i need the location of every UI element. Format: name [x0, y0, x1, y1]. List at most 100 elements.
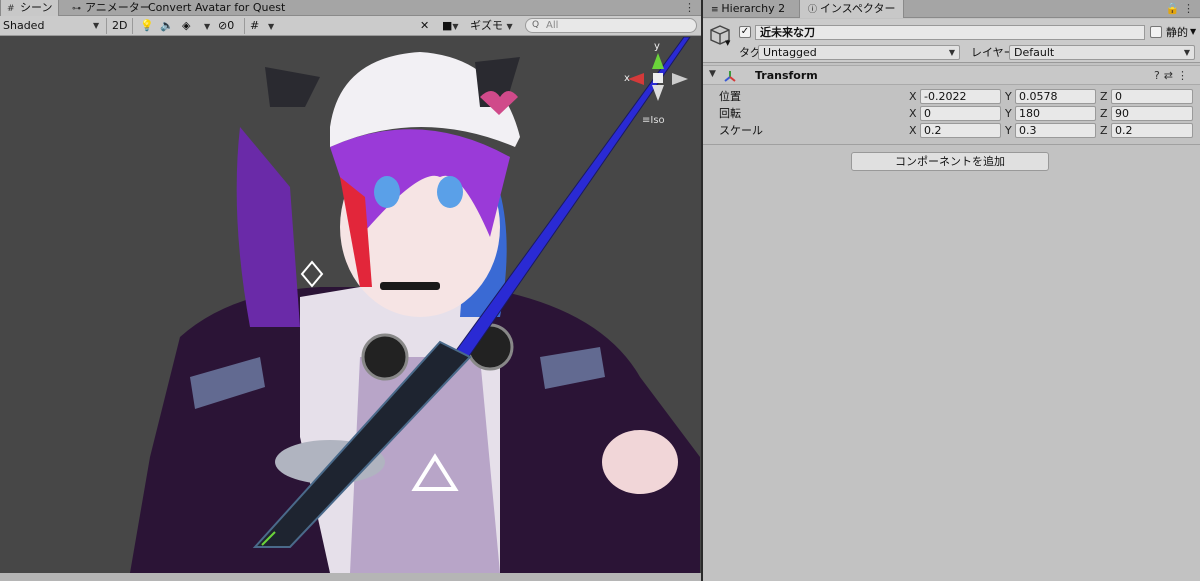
tab-convert-avatar[interactable]: Convert Avatar for Quest — [142, 0, 291, 16]
effects-icon[interactable]: ◈ — [182, 18, 190, 34]
diamond-marker — [300, 260, 324, 288]
static-checkbox[interactable] — [1150, 26, 1162, 38]
audio-icon[interactable]: 🔈 — [160, 18, 174, 34]
camera-icon[interactable]: ■▼ — [442, 18, 459, 34]
chevron-down-icon[interactable]: ▼ — [1190, 27, 1196, 36]
transform-axes-icon — [724, 71, 736, 82]
tab-scene[interactable]: # シーン — [0, 0, 60, 16]
projection-label: Iso — [650, 115, 665, 126]
gizmos-dropdown[interactable]: ギズモ ▼ — [470, 18, 513, 34]
scene-pane: # シーン ⊶ アニメーター Convert Avatar for Quest ⋮ … — [0, 0, 701, 581]
chevron-down-icon: ▼ — [1183, 48, 1190, 57]
orientation-gizmo[interactable]: y x ≡Iso — [620, 39, 700, 129]
transform-component-header[interactable]: ▼ Transform ?⇄⋮ — [703, 65, 1200, 85]
scale-y-field[interactable]: 0.3 — [1015, 123, 1096, 138]
search-placeholder: All — [546, 20, 559, 31]
preset-icon[interactable]: ⇄ — [1164, 69, 1177, 82]
active-checkbox[interactable]: ✓ — [739, 26, 751, 38]
tab-hierarchy-2[interactable]: ≡ Hierarchy 2 — [703, 0, 793, 18]
lighting-icon[interactable]: 💡 — [140, 18, 154, 34]
headphone-left — [361, 333, 409, 381]
transform-title: Transform — [755, 69, 818, 82]
layer-dropdown[interactable]: Default ▼ — [1009, 45, 1195, 60]
rotation-x-field[interactable]: 0 — [920, 106, 1001, 121]
tag-value: Untagged — [763, 46, 817, 59]
position-label: 位置 — [719, 90, 741, 103]
inspector-tab-bar: ≡ Hierarchy 2 ⓘ インスペクター 🔒 ⋮ — [703, 0, 1200, 18]
lock-icon[interactable]: 🔒 — [1166, 2, 1180, 15]
chevron-down-icon[interactable]: ▼ — [725, 39, 730, 47]
tag-dropdown[interactable]: Untagged ▼ — [758, 45, 960, 60]
static-label: 静的 — [1166, 26, 1188, 39]
tab-hierarchy-label: Hierarchy 2 — [721, 2, 786, 15]
component-separator — [703, 144, 1200, 145]
gizmo-x-label: x — [624, 73, 630, 84]
left-eye — [374, 176, 400, 208]
tab-inspector[interactable]: ⓘ インスペクター — [799, 0, 905, 18]
gameobject-header: ▼ ✓ 近未来な刀 静的 ▼ タグ Untagged ▼ レイヤー Defaul… — [703, 19, 1200, 63]
tab-inspector-label: インスペクター — [819, 2, 896, 15]
component-controls: ?⇄⋮ — [1154, 68, 1192, 83]
grid-icon: # — [7, 4, 15, 14]
gizmos-label: ギズモ — [470, 19, 503, 32]
axis-z-label[interactable]: Z — [1100, 89, 1108, 104]
chevron-down-icon[interactable]: ▼ — [204, 18, 210, 34]
tools-icon[interactable]: ✕ — [420, 18, 429, 34]
rotation-y-field[interactable]: 180 — [1015, 106, 1096, 121]
help-icon[interactable]: ? — [1154, 69, 1164, 82]
kebab-menu-icon[interactable]: ⋮ — [684, 0, 695, 16]
chevron-down-icon[interactable]: ▼ — [268, 18, 274, 34]
tab-controls: 🔒 ⋮ — [1166, 0, 1194, 18]
bottom-panel-tabs — [0, 573, 701, 581]
axis-x-label[interactable]: X — [909, 89, 917, 104]
position-z-field[interactable]: 0 — [1111, 89, 1193, 104]
kebab-menu-icon[interactable]: ⋮ — [1177, 69, 1192, 82]
scene-toolbar: Shaded ▼ 2D 💡 🔈 ◈ ▼ ⊘0 # ▼ ✕ ■▼ ギズモ ▼ Q — [0, 16, 701, 36]
tab-convert-label: Convert Avatar for Quest — [148, 1, 286, 14]
axis-z-label[interactable]: Z — [1100, 123, 1108, 138]
tab-scene-label: シーン — [20, 1, 53, 14]
axis-z-label[interactable]: Z — [1100, 106, 1108, 121]
tab-animator-label: アニメーター — [85, 1, 151, 14]
scale-x-field[interactable]: 0.2 — [920, 123, 1001, 138]
info-icon: ⓘ — [808, 5, 820, 15]
hierarchy-icon: ≡ — [711, 5, 722, 15]
scene-viewport[interactable]: y x ≡Iso — [0, 37, 701, 573]
scale-label: スケール — [719, 124, 763, 137]
scene-search-input[interactable]: Q All — [525, 18, 697, 33]
scene-tab-bar: # シーン ⊶ アニメーター Convert Avatar for Quest ⋮ — [0, 0, 701, 16]
kebab-menu-icon[interactable]: ⋮ — [1183, 2, 1194, 15]
add-component-button[interactable]: コンポーネントを追加 — [851, 152, 1049, 171]
projection-toggle[interactable]: ≡Iso — [642, 115, 665, 126]
toggle-2d-button[interactable]: 2D — [112, 18, 127, 34]
shading-mode-dropdown[interactable]: Shaded ▼ — [3, 18, 103, 34]
position-x-field[interactable]: -0.2022 — [920, 89, 1001, 104]
gameobject-name-input[interactable]: 近未来な刀 — [755, 25, 1145, 40]
cap-ear-left — [265, 67, 320, 107]
chevron-down-icon: ▼ — [93, 21, 100, 30]
scale-z-field[interactable]: 0.2 — [1111, 123, 1193, 138]
right-eye — [437, 176, 463, 208]
eye-slash-icon: ⊘ — [218, 19, 228, 32]
rotation-z-field[interactable]: 90 — [1111, 106, 1193, 121]
layer-value: Default — [1014, 46, 1055, 59]
hidden-objects-toggle[interactable]: ⊘0 — [218, 18, 234, 34]
hidden-count: 0 — [227, 19, 235, 32]
toggle-2d-label: 2D — [112, 19, 128, 32]
toolbar-separator — [244, 18, 245, 34]
chevron-down-icon[interactable]: ▼ — [709, 69, 716, 79]
right-fist — [602, 430, 678, 494]
position-y-field[interactable]: 0.0578 — [1015, 89, 1096, 104]
animator-icon: ⊶ — [72, 4, 81, 14]
axis-x-label[interactable]: X — [909, 123, 917, 138]
toolbar-separator — [132, 18, 133, 34]
toolbar-separator — [106, 18, 107, 34]
axis-y-label[interactable]: Y — [1005, 123, 1012, 138]
search-icon: Q — [532, 20, 540, 30]
grid-snap-icon[interactable]: # — [250, 18, 259, 34]
axis-x-label[interactable]: X — [909, 106, 917, 121]
chevron-down-icon: ▼ — [948, 48, 955, 57]
inspector-pane: ≡ Hierarchy 2 ⓘ インスペクター 🔒 ⋮ ▼ ✓ 近未来な刀 静的… — [703, 0, 1200, 581]
axis-y-label[interactable]: Y — [1005, 106, 1012, 121]
axis-y-label[interactable]: Y — [1005, 89, 1012, 104]
